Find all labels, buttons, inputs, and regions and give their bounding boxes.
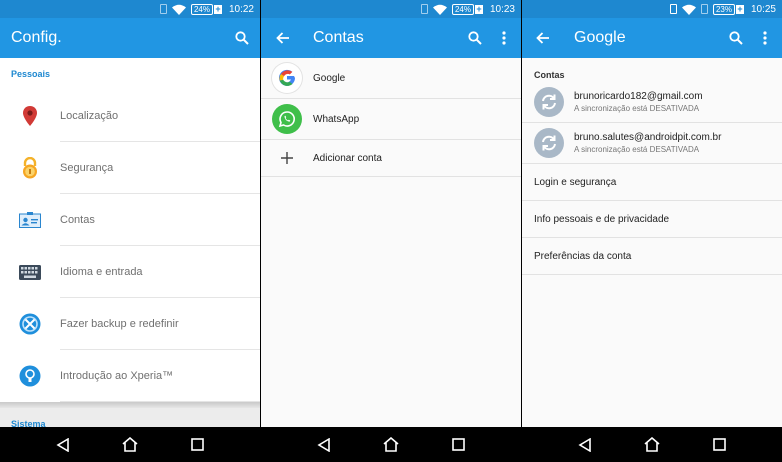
wifi-icon <box>171 4 186 15</box>
settings-item-label: Idioma e entrada <box>60 246 260 298</box>
battery-indicator: 24% + <box>190 3 222 15</box>
google-account-screen: 23% + 10:25 Google Contas brunoricardo18… <box>522 0 782 462</box>
back-nav-icon[interactable] <box>578 437 592 452</box>
whatsapp-logo-icon <box>272 104 302 134</box>
option-personal-info-privacy[interactable]: Info pessoais e de privacidade <box>522 201 782 238</box>
plus-icon <box>272 152 302 164</box>
add-account-label: Adicionar conta <box>313 152 382 164</box>
settings-item-label: Fazer backup e redefinir <box>60 298 260 350</box>
sync-icon <box>534 87 564 117</box>
account-email: bruno.salutes@androidpit.com.br <box>574 132 722 143</box>
clock: 10:22 <box>228 3 254 15</box>
option-label: Info pessoais e de privacidade <box>534 213 670 225</box>
charging-icon: + <box>474 3 483 14</box>
status-bar: 24% + 10:23 <box>261 0 521 18</box>
account-item-whatsapp[interactable]: WhatsApp <box>261 99 521 140</box>
sync-status: A sincronização está DESATIVADA <box>574 145 700 154</box>
accounts-list: Google WhatsApp Adicionar conta <box>261 58 521 427</box>
back-arrow-icon[interactable] <box>525 18 561 58</box>
status-bar: 23% + 10:25 <box>522 0 782 18</box>
account-label: Google <box>313 72 346 84</box>
google-account-entry[interactable]: bruno.salutes@androidpit.com.br A sincro… <box>522 123 782 164</box>
accounts-screen: 24% + 10:23 Contas Google WhatsApp Adici… <box>261 0 521 462</box>
battery-indicator: 23% + <box>712 3 744 15</box>
settings-screen: 24% + 10:22 Config. Pessoais Localização… <box>0 0 260 462</box>
search-icon[interactable] <box>463 26 487 50</box>
battery-indicator: 24% + <box>451 3 483 15</box>
account-email: brunoricardo182@gmail.com <box>574 91 703 102</box>
back-arrow-icon[interactable] <box>265 18 301 58</box>
settings-item-security[interactable]: Segurança <box>0 142 260 194</box>
google-account-details: Contas brunoricardo182@gmail.com A sincr… <box>522 58 782 427</box>
section-header-system: Sistema <box>11 419 46 427</box>
navigation-bar <box>261 427 521 462</box>
section-system: Sistema <box>0 408 260 427</box>
app-bar: Contas <box>261 18 521 58</box>
section-header-accounts: Contas <box>534 70 565 80</box>
charging-icon: + <box>735 3 744 14</box>
sync-status: A sincronização está DESATIVADA <box>574 104 700 113</box>
account-label: WhatsApp <box>313 113 360 125</box>
sim-icon <box>420 4 428 14</box>
search-icon[interactable] <box>724 26 748 50</box>
search-icon[interactable] <box>230 26 254 50</box>
recents-nav-icon[interactable] <box>713 438 726 451</box>
backup-icon <box>0 313 60 335</box>
wifi-icon <box>432 4 447 15</box>
settings-item-accounts[interactable]: Contas <box>0 194 260 246</box>
settings-item-xperia-intro[interactable]: Introdução ao Xperia™ <box>0 350 260 402</box>
sim-icon <box>159 4 167 14</box>
option-label: Login e segurança <box>534 176 617 188</box>
settings-item-label: Segurança <box>60 142 260 194</box>
overflow-menu-icon[interactable] <box>758 26 772 50</box>
sim-icon <box>700 4 708 14</box>
google-logo-icon <box>272 63 302 93</box>
home-nav-icon[interactable] <box>122 437 139 452</box>
navigation-bar <box>522 427 782 462</box>
option-login-security[interactable]: Login e segurança <box>522 164 782 201</box>
page-title: Google <box>574 29 626 46</box>
page-title: Contas <box>313 29 364 46</box>
navigation-bar <box>0 427 260 462</box>
wifi-icon <box>681 4 696 15</box>
location-pin-icon <box>0 106 60 126</box>
status-bar: 24% + 10:22 <box>0 0 260 18</box>
home-nav-icon[interactable] <box>644 437 661 452</box>
settings-item-language[interactable]: Idioma e entrada <box>0 246 260 298</box>
option-account-preferences[interactable]: Preferências da conta <box>522 238 782 275</box>
sync-icon <box>534 128 564 158</box>
vibrate-icon <box>669 4 677 14</box>
back-nav-icon[interactable] <box>56 437 70 452</box>
settings-item-backup[interactable]: Fazer backup e redefinir <box>0 298 260 350</box>
lightbulb-icon <box>0 365 60 387</box>
google-account-entry[interactable]: brunoricardo182@gmail.com A sincronizaçã… <box>522 82 782 123</box>
recents-nav-icon[interactable] <box>452 438 465 451</box>
settings-item-location[interactable]: Localização <box>0 90 260 142</box>
clock: 10:25 <box>750 3 776 15</box>
add-account-button[interactable]: Adicionar conta <box>261 140 521 177</box>
app-bar: Config. <box>0 18 260 58</box>
settings-list: Pessoais Localização Segurança Contas Id <box>0 58 260 427</box>
app-bar: Google <box>522 18 782 58</box>
charging-icon: + <box>213 3 222 14</box>
settings-item-label: Localização <box>60 90 260 142</box>
account-item-google[interactable]: Google <box>261 58 521 99</box>
section-header-personal: Pessoais <box>11 69 51 79</box>
page-title: Config. <box>11 29 62 46</box>
settings-item-label: Introdução ao Xperia™ <box>60 350 260 402</box>
battery-level: 24% <box>451 3 474 15</box>
id-card-icon <box>0 212 60 228</box>
battery-level: 23% <box>712 3 735 15</box>
settings-item-label: Contas <box>60 194 260 246</box>
home-nav-icon[interactable] <box>383 437 400 452</box>
clock: 10:23 <box>489 3 515 15</box>
battery-level: 24% <box>190 3 213 15</box>
back-nav-icon[interactable] <box>317 437 331 452</box>
overflow-menu-icon[interactable] <box>497 26 511 50</box>
option-label: Preferências da conta <box>534 250 632 262</box>
keyboard-icon <box>0 264 60 280</box>
recents-nav-icon[interactable] <box>191 438 204 451</box>
lock-icon <box>0 157 60 179</box>
